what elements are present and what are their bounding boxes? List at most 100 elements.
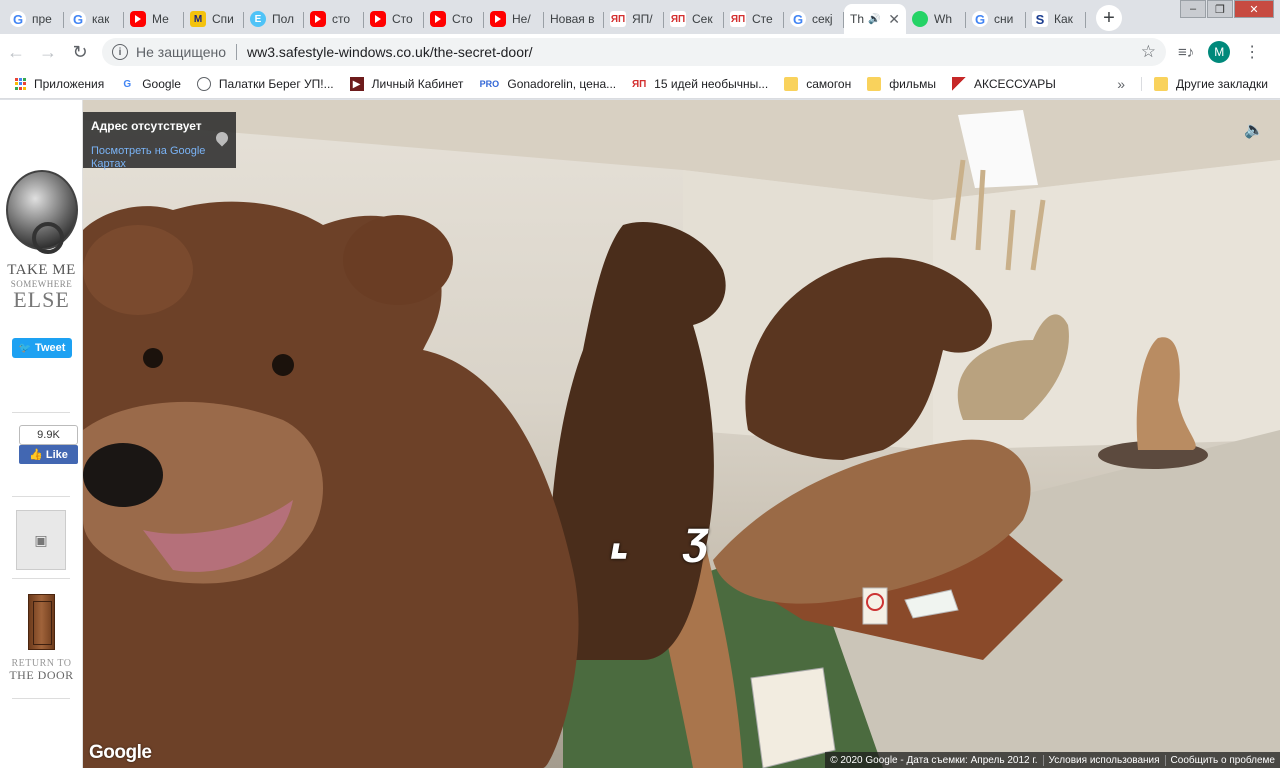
like-button[interactable]: 👍 Like <box>19 445 78 464</box>
door-icon[interactable] <box>28 594 55 650</box>
audio-playing-icon[interactable]: 🔊 <box>868 14 880 25</box>
browser-tab[interactable]: M Спи <box>184 4 244 34</box>
browser-tab[interactable]: ЯП ЯП/ <box>604 4 664 34</box>
browser-tab[interactable]: Gпре <box>4 4 64 34</box>
browser-toolbar: ← → ↻ i Не защищено ww3.safestyle-window… <box>0 34 1280 70</box>
tab-label: как <box>92 12 110 26</box>
tab-label: ЯП/ <box>632 12 653 26</box>
site-m-icon: M <box>190 11 206 27</box>
browser-tab[interactable]: E Пол <box>244 4 304 34</box>
divider <box>236 44 237 60</box>
browser-tab[interactable]: Wh <box>906 4 966 34</box>
bear-nose <box>83 443 163 507</box>
youtube-icon <box>310 11 326 27</box>
browser-tab[interactable]: ЯП Сте <box>724 4 784 34</box>
bookmark-item[interactable]: Приложения <box>14 77 104 91</box>
tab-label: Не/ <box>512 12 531 26</box>
browser-tab[interactable]: Не/ <box>484 4 544 34</box>
bookmark-item[interactable]: самогон <box>784 77 851 91</box>
red-logo-icon: ЯП <box>631 78 647 90</box>
back-icon[interactable]: ← <box>0 36 32 68</box>
copyright-text: © 2020 Google - Дата съемки: Апрель 2012… <box>830 754 1038 766</box>
view-on-google-maps-link[interactable]: Посмотреть на Google Картах <box>91 145 228 171</box>
new-tab-button[interactable]: + <box>1096 5 1122 31</box>
folder-icon <box>784 77 799 91</box>
browser-tab[interactable]: Gсни <box>966 4 1026 34</box>
url-text[interactable]: ww3.safestyle-windows.co.uk/the-secret-d… <box>247 44 533 60</box>
bookmark-item[interactable]: АКСЕССУАРЫ <box>951 77 1056 91</box>
minimize-button[interactable]: – <box>1180 0 1206 18</box>
address-label: Адрес отсутствует <box>91 119 202 133</box>
tab-label: секј <box>812 12 833 26</box>
browser-tab[interactable]: Новая в <box>544 4 604 34</box>
tab-strip: Gпре Gкак Ме M Спи E Пол сто Сто Сто Не/Новая в ЯП Я… <box>0 0 1280 34</box>
security-label: Не защищено <box>136 44 226 60</box>
lion-door-knocker-logo[interactable] <box>6 170 78 254</box>
street-view-panorama[interactable]: Адрес отсутствует Посмотреть на Google К… <box>83 100 1280 768</box>
youtube-icon <box>490 11 506 27</box>
profile-avatar[interactable]: M <box>1208 41 1231 63</box>
browser-tab[interactable]: S Как <box>1026 4 1086 34</box>
browser-tab[interactable]: сто <box>304 4 364 34</box>
google-icon: G <box>123 78 132 90</box>
tab-label: Новая в <box>550 12 595 26</box>
take-me-somewhere-else-button[interactable]: TAKE ME SOMEWHERE ELSE <box>0 263 83 311</box>
close-window-button[interactable]: ✕ <box>1234 0 1274 18</box>
bookmark-item[interactable]: фильмы <box>867 77 936 91</box>
twitter-bird-icon: 🐦 <box>18 342 32 354</box>
browser-tab[interactable]: Сто <box>424 4 484 34</box>
bookmarks-more-button[interactable]: » <box>1117 76 1125 92</box>
kebab-menu-icon[interactable]: ⋮ <box>1244 42 1260 62</box>
tab-label: сни <box>994 12 1014 26</box>
else-label: ELSE <box>13 287 70 312</box>
tab-label: Сте <box>752 12 773 26</box>
broken-image-icon: ▣ <box>34 531 48 548</box>
return-to-door-button[interactable]: RETURN TO THE DOOR <box>0 658 83 682</box>
google-icon: G <box>70 11 86 27</box>
site-e-icon: E <box>250 11 266 27</box>
flag-icon <box>951 77 966 91</box>
bookmark-item[interactable]: ▶ Личный Кабинет <box>349 77 463 91</box>
tab-label: Wh <box>934 12 952 26</box>
navigation-arrows[interactable]: ⌞ ʒ <box>606 510 734 564</box>
bookmark-label: Gonadorelin, цена... <box>507 77 617 91</box>
browser-tab[interactable]: Ме <box>124 4 184 34</box>
browser-tab[interactable]: Gкак <box>64 4 124 34</box>
take-me-label: TAKE ME <box>7 262 76 278</box>
tab-label: Сек <box>692 12 713 26</box>
close-tab-icon[interactable]: ✕ <box>888 11 900 28</box>
divider <box>12 578 70 579</box>
street-view-footer: © 2020 Google - Дата съемки: Апрель 2012… <box>825 752 1280 768</box>
report-problem-link[interactable]: Сообщить о проблеме <box>1164 754 1280 766</box>
maximize-button[interactable]: ❐ <box>1207 0 1233 18</box>
site-s-icon: S <box>1032 11 1048 27</box>
forward-icon[interactable]: → <box>32 36 64 68</box>
red-logo-icon: ЯП <box>610 11 626 27</box>
tab-label: Пол <box>272 12 295 26</box>
address-bar[interactable]: i Не защищено ww3.safestyle-windows.co.u… <box>102 38 1166 66</box>
bookmark-item[interactable]: ЯП 15 идей необычны... <box>632 77 768 91</box>
bookmark-item[interactable]: G Google <box>120 77 181 91</box>
browser-tab[interactable]: ЯП Сек <box>664 4 724 34</box>
divider <box>12 496 70 497</box>
terms-link[interactable]: Условия использования <box>1042 754 1165 766</box>
bookmark-item[interactable]: Палатки Берег УП!... <box>196 77 334 91</box>
left-sidebar: TAKE ME SOMEWHERE ELSE 🐦 Tweet 9.9K 👍 Li… <box>0 100 83 768</box>
browser-tab[interactable]: Gсекј <box>784 4 844 34</box>
tab-label: Как <box>1054 12 1073 26</box>
facebook-like-widget[interactable]: 9.9K 👍 Like <box>19 425 78 464</box>
bookmark-star-icon[interactable]: ☆ <box>1141 42 1156 62</box>
browser-tab[interactable]: Сто <box>364 4 424 34</box>
speaker-icon[interactable]: 🔈 <box>1244 120 1264 139</box>
reload-icon[interactable]: ↻ <box>64 36 96 68</box>
tweet-button[interactable]: 🐦 Tweet <box>12 338 72 358</box>
broken-image-thumbnail[interactable]: ▣ <box>16 510 66 570</box>
info-icon[interactable]: i <box>112 44 128 60</box>
whatsapp-icon <box>912 11 928 27</box>
bookmark-item[interactable]: PRO Gonadorelin, цена... <box>479 77 617 91</box>
browser-tab[interactable]: Th 🔊 ✕ <box>844 4 906 34</box>
bookmark-label: Google <box>142 77 181 91</box>
other-bookmarks-label: Другие закладки <box>1176 77 1268 91</box>
other-bookmarks-folder[interactable]: Другие закладки <box>1141 77 1268 91</box>
media-control-icon[interactable]: ≡♪ <box>1178 44 1194 61</box>
